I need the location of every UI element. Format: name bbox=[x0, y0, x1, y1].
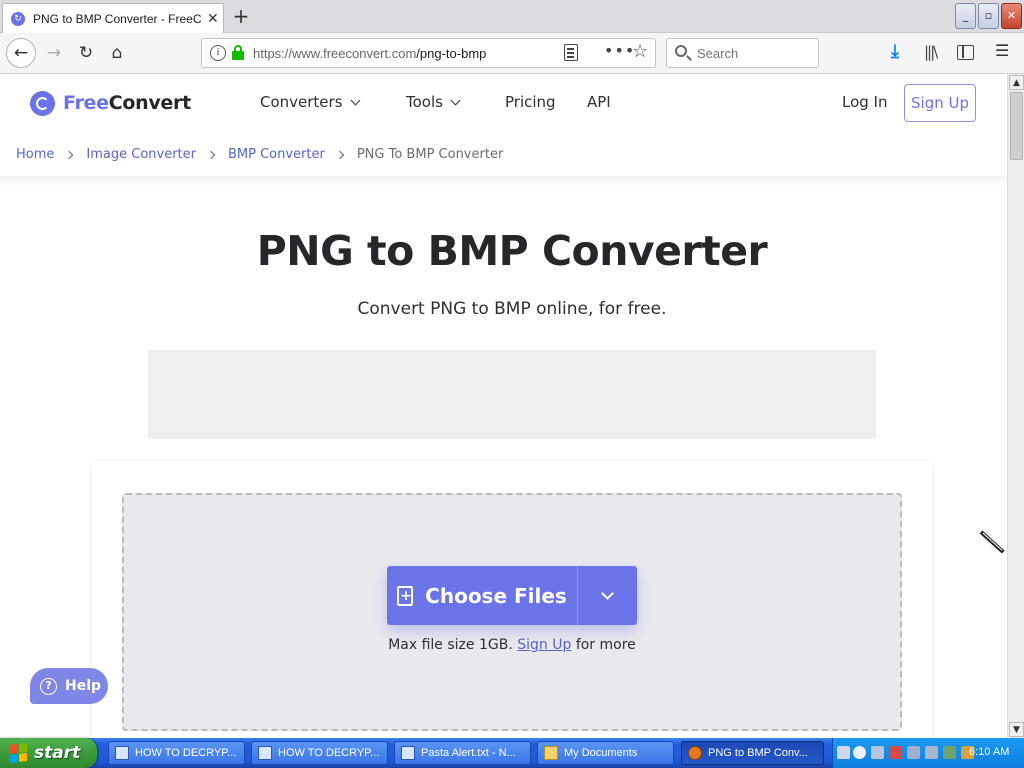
search-bar[interactable] bbox=[666, 38, 819, 68]
download-icon[interactable]: ⤓ bbox=[891, 41, 899, 62]
signup-button[interactable]: Sign Up bbox=[904, 84, 976, 122]
page-subtitle: Convert PNG to BMP online, for free. bbox=[357, 299, 667, 319]
sidebar-icon[interactable] bbox=[957, 45, 974, 60]
home-icon[interactable]: ⌂ bbox=[104, 40, 130, 66]
breadcrumb-home[interactable]: Home bbox=[16, 147, 54, 162]
page-actions-icon[interactable]: ••• bbox=[604, 41, 635, 60]
document-icon bbox=[258, 746, 272, 760]
windows-logo-icon bbox=[9, 743, 27, 763]
chevron-right-icon bbox=[335, 150, 345, 159]
tab-close-icon[interactable]: ✕ bbox=[207, 11, 219, 27]
update-icon[interactable] bbox=[925, 746, 938, 759]
nav-api[interactable]: API bbox=[587, 93, 611, 111]
breadcrumb-current: PNG To BMP Converter bbox=[356, 147, 504, 162]
windows-taskbar: start HOW TO DECRYP... HOW TO DECRYP... … bbox=[0, 738, 1024, 768]
window-close-button[interactable]: ✕ bbox=[1001, 3, 1022, 29]
taskbar-item[interactable]: HOW TO DECRYP... bbox=[251, 741, 388, 765]
chevron-right-icon bbox=[65, 150, 74, 159]
bookmark-star-icon[interactable]: ☆ bbox=[632, 41, 648, 62]
browser-toolbar: ← → ↻ ⌂ i https://www.freeconvert.com/pn… bbox=[0, 33, 1024, 74]
freeconvert-favicon-icon: ↻ bbox=[11, 11, 25, 26]
connection-icon[interactable] bbox=[943, 746, 956, 759]
logo-text: FreeConvert bbox=[63, 92, 191, 114]
choose-files-main[interactable]: Choose Files bbox=[387, 566, 577, 625]
login-link[interactable]: Log In bbox=[842, 93, 888, 111]
nav-pricing[interactable]: Pricing bbox=[505, 93, 556, 111]
taskbar-clock[interactable]: 6:10 AM bbox=[969, 746, 1009, 758]
scroll-down-icon[interactable]: ▼ bbox=[1009, 722, 1024, 737]
start-label: start bbox=[34, 743, 81, 763]
taskbar-item[interactable]: HOW TO DECRYP... bbox=[108, 741, 245, 765]
info-icon[interactable]: i bbox=[210, 45, 226, 61]
volume-icon[interactable] bbox=[907, 746, 920, 759]
network-icon[interactable] bbox=[871, 746, 884, 759]
lock-icon[interactable] bbox=[232, 45, 244, 61]
choose-files-button[interactable]: Choose Files bbox=[387, 566, 637, 625]
chevron-down-icon bbox=[350, 95, 360, 106]
menu-icon[interactable]: ☰ bbox=[995, 41, 1009, 60]
choose-files-label: Choose Files bbox=[425, 583, 567, 608]
ad-placeholder bbox=[148, 350, 876, 439]
taskbar-item[interactable]: My Documents bbox=[537, 741, 674, 765]
notepad-icon bbox=[401, 746, 415, 760]
help-button[interactable]: ? Help bbox=[30, 668, 108, 704]
reader-view-icon[interactable] bbox=[564, 44, 578, 61]
site-header: FreeConvert Converters Tools Pricing API… bbox=[0, 74, 1007, 132]
start-button[interactable]: start bbox=[0, 738, 97, 768]
scroll-up-icon[interactable]: ▲ bbox=[1009, 75, 1024, 90]
new-tab-button[interactable]: + bbox=[229, 4, 253, 28]
system-tray: 6:10 AM bbox=[832, 738, 1024, 768]
url-text[interactable]: https://www.freeconvert.com/png-to-bmp bbox=[253, 46, 486, 61]
breadcrumb-image-converter[interactable]: Image Converter bbox=[86, 147, 196, 162]
keyboard-icon[interactable] bbox=[837, 746, 850, 759]
search-input[interactable] bbox=[697, 44, 807, 62]
window-maximize-button[interactable]: ▫ bbox=[978, 3, 999, 29]
max-file-size-note: Max file size 1GB. Sign Up for more bbox=[388, 637, 636, 653]
reload-icon[interactable]: ↻ bbox=[73, 40, 99, 66]
document-icon bbox=[115, 746, 129, 760]
forward-icon[interactable]: → bbox=[41, 40, 67, 66]
library-icon[interactable]: |||\ bbox=[924, 43, 938, 61]
tab-title: PNG to BMP Converter - FreeConvert bbox=[33, 11, 201, 26]
resize-cursor-icon bbox=[979, 530, 1005, 554]
nav-converters[interactable]: Converters bbox=[260, 93, 360, 111]
nav-tools[interactable]: Tools bbox=[406, 93, 461, 111]
page-scrollbar[interactable]: ▲ ▼ bbox=[1007, 74, 1024, 738]
chevron-right-icon bbox=[206, 150, 216, 159]
taskbar-item-active[interactable]: PNG to BMP Conv... bbox=[681, 741, 824, 765]
signup-link[interactable]: Sign Up bbox=[517, 637, 571, 653]
chevron-down-icon bbox=[450, 95, 461, 106]
breadcrumb-bmp-converter[interactable]: BMP Converter bbox=[228, 147, 325, 162]
back-icon[interactable]: ← bbox=[6, 38, 36, 68]
file-add-icon bbox=[397, 585, 414, 606]
address-bar[interactable]: i https://www.freeconvert.com/png-to-bmp… bbox=[201, 38, 656, 68]
help-label: Help bbox=[65, 678, 102, 694]
security-alert-icon[interactable] bbox=[889, 746, 902, 759]
scrollbar-thumb[interactable] bbox=[1010, 92, 1023, 160]
browser-tab-strip: ↻ PNG to BMP Converter - FreeConvert ✕ +… bbox=[0, 0, 1024, 33]
search-icon bbox=[675, 45, 687, 57]
taskbar-item[interactable]: Pasta Alert.txt - N... bbox=[394, 741, 531, 765]
question-icon: ? bbox=[40, 677, 57, 695]
window-minimize-button[interactable]: _ bbox=[955, 3, 976, 29]
chevron-left-icon[interactable] bbox=[853, 746, 866, 759]
choose-files-dropdown[interactable] bbox=[578, 566, 637, 625]
freeconvert-logo[interactable]: FreeConvert bbox=[30, 90, 191, 116]
folder-icon bbox=[544, 746, 558, 760]
firefox-icon bbox=[688, 746, 702, 760]
header-divider bbox=[0, 176, 1007, 186]
chevron-down-icon bbox=[601, 586, 614, 600]
page-viewport: FreeConvert Converters Tools Pricing API… bbox=[0, 74, 1007, 738]
logo-icon bbox=[30, 90, 55, 116]
page-title: PNG to BMP Converter bbox=[256, 227, 768, 275]
breadcrumb: Home Image Converter BMP Converter PNG T… bbox=[16, 147, 503, 162]
browser-tab-active[interactable]: ↻ PNG to BMP Converter - FreeConvert ✕ bbox=[2, 3, 224, 33]
